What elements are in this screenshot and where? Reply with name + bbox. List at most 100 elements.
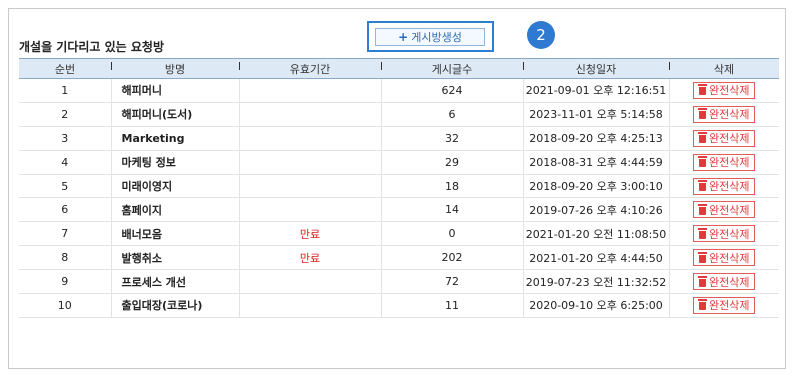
delete-label: 완전삭제 <box>709 132 750 146</box>
delete-button[interactable]: 완전삭제 <box>693 129 756 147</box>
row-name: 발행취소 <box>111 245 240 271</box>
row-validity <box>239 174 382 199</box>
row-no: 7 <box>19 221 112 247</box>
row-posts: 72 <box>381 269 524 295</box>
table-row[interactable]: 5 미래이영지 18 2018-09-20 오후 3:00:10 완전삭제 <box>19 174 779 199</box>
step-badge: 2 <box>527 21 555 49</box>
row-validity <box>239 102 382 127</box>
row-posts: 14 <box>381 197 524 223</box>
delete-button[interactable]: 완전삭제 <box>693 81 756 99</box>
row-name: 배너모음 <box>111 221 240 247</box>
row-no: 8 <box>19 245 112 271</box>
table-row[interactable]: 9 프로세스 개선 72 2019-07-23 오전 11:32:52 완전삭제 <box>19 269 779 295</box>
table-row[interactable]: 1 해피머니 624 2021-09-01 오후 12:16:51 완전삭제 <box>19 78 779 103</box>
trash-icon <box>698 132 707 144</box>
row-date: 2021-01-20 오후 4:44:50 <box>523 245 670 271</box>
row-date: 2023-11-01 오후 5:14:58 <box>523 102 670 127</box>
request-room-panel: 개설을 기다리고 있는 요청방 + 게시방생성 2 순번 방명 유효기간 게시글… <box>8 8 786 369</box>
row-delete-cell: 완전삭제 <box>669 102 779 127</box>
delete-button[interactable]: 완전삭제 <box>693 177 756 195</box>
row-name: 마케팅 정보 <box>111 150 240 175</box>
row-delete-cell: 완전삭제 <box>669 174 779 199</box>
row-name: 미래이영지 <box>111 174 240 199</box>
table-row[interactable]: 6 홈페이지 14 2019-07-26 오후 4:10:26 완전삭제 <box>19 197 779 223</box>
row-no: 5 <box>19 174 112 199</box>
delete-label: 완전삭제 <box>709 203 750 217</box>
row-delete-cell: 완전삭제 <box>669 221 779 247</box>
row-name: Marketing <box>111 126 240 151</box>
row-name: 출입대장(코로나) <box>111 293 240 318</box>
trash-icon <box>698 251 707 263</box>
delete-label: 완전삭제 <box>709 299 750 313</box>
row-posts: 202 <box>381 245 524 271</box>
row-delete-cell: 완전삭제 <box>669 245 779 271</box>
header-delete: 삭제 <box>669 58 779 79</box>
delete-label: 완전삭제 <box>709 84 750 98</box>
row-delete-cell: 완전삭제 <box>669 293 779 318</box>
header-validity: 유효기간 <box>239 58 381 79</box>
page-title: 개설을 기다리고 있는 요청방 <box>19 40 165 54</box>
delete-label: 완전삭제 <box>709 108 750 122</box>
row-date: 2019-07-23 오전 11:32:52 <box>523 269 670 295</box>
row-delete-cell: 완전삭제 <box>669 269 779 295</box>
row-delete-cell: 완전삭제 <box>669 78 779 103</box>
table-row[interactable]: 8 발행취소 만료 202 2021-01-20 오후 4:44:50 완전삭제 <box>19 245 779 271</box>
trash-icon <box>698 203 707 215</box>
row-validity <box>239 293 382 318</box>
trash-icon <box>698 108 707 120</box>
table-row[interactable]: 2 해피머니(도서) 6 2023-11-01 오후 5:14:58 완전삭제 <box>19 102 779 127</box>
row-date: 2018-09-20 오후 3:00:10 <box>523 174 670 199</box>
row-date: 2019-07-26 오후 4:10:26 <box>523 197 670 223</box>
trash-icon <box>698 227 707 239</box>
row-no: 3 <box>19 126 112 151</box>
header-date: 신청일자 <box>523 58 669 79</box>
delete-button[interactable]: 완전삭제 <box>693 249 756 267</box>
row-date: 2021-01-20 오전 11:08:50 <box>523 221 670 247</box>
row-name: 프로세스 개선 <box>111 269 240 295</box>
row-validity: 만료 <box>239 221 382 247</box>
row-delete-cell: 완전삭제 <box>669 197 779 223</box>
row-date: 2020-09-10 오후 6:25:00 <box>523 293 670 318</box>
row-posts: 11 <box>381 293 524 318</box>
row-validity <box>239 197 382 223</box>
table-row[interactable]: 4 마케팅 정보 29 2018-08-31 오후 4:44:59 완전삭제 <box>19 150 779 175</box>
trash-icon <box>698 84 707 96</box>
row-delete-cell: 완전삭제 <box>669 150 779 175</box>
row-validity: 만료 <box>239 245 382 271</box>
row-date: 2018-09-20 오후 4:25:13 <box>523 126 670 151</box>
row-no: 4 <box>19 150 112 175</box>
create-board-button[interactable]: + 게시방생성 <box>375 28 485 46</box>
row-posts: 18 <box>381 174 524 199</box>
table-row[interactable]: 7 배너모음 만료 0 2021-01-20 오전 11:08:50 완전삭제 <box>19 221 779 247</box>
delete-label: 완전삭제 <box>709 275 750 289</box>
row-validity <box>239 126 382 151</box>
request-room-table: 순번 방명 유효기간 게시글수 신청일자 삭제 1 해피머니 624 2021-09-… <box>19 58 779 318</box>
row-posts: 29 <box>381 150 524 175</box>
row-name: 홈페이지 <box>111 197 240 223</box>
header-posts: 게시글수 <box>381 58 523 79</box>
delete-button[interactable]: 완전삭제 <box>693 153 756 171</box>
table-row[interactable]: 3 Marketing 32 2018-09-20 오후 4:25:13 완전삭제 <box>19 126 779 151</box>
create-board-label: 게시방생성 <box>411 31 462 44</box>
row-validity <box>239 78 382 103</box>
header-name: 방명 <box>111 58 239 79</box>
delete-button[interactable]: 완전삭제 <box>693 105 756 123</box>
delete-button[interactable]: 완전삭제 <box>693 201 756 219</box>
delete-button[interactable]: 완전삭제 <box>693 273 756 291</box>
row-posts: 624 <box>381 78 524 103</box>
row-posts: 6 <box>381 102 524 127</box>
table-row[interactable]: 10 출입대장(코로나) 11 2020-09-10 오후 6:25:00 완전삭제 <box>19 293 779 318</box>
trash-icon <box>698 156 707 168</box>
row-no: 2 <box>19 102 112 127</box>
delete-label: 완전삭제 <box>709 156 750 170</box>
delete-button[interactable]: 완전삭제 <box>693 225 756 243</box>
delete-button[interactable]: 완전삭제 <box>693 296 756 314</box>
row-date: 2021-09-01 오후 12:16:51 <box>523 78 670 103</box>
delete-label: 완전삭제 <box>709 180 750 193</box>
row-validity <box>239 269 382 295</box>
trash-icon <box>698 299 707 311</box>
row-name: 해피머니 <box>111 78 240 103</box>
table-header-row: 순번 방명 유효기간 게시글수 신청일자 삭제 <box>19 58 779 79</box>
row-no: 6 <box>19 197 112 223</box>
row-posts: 0 <box>381 221 524 247</box>
